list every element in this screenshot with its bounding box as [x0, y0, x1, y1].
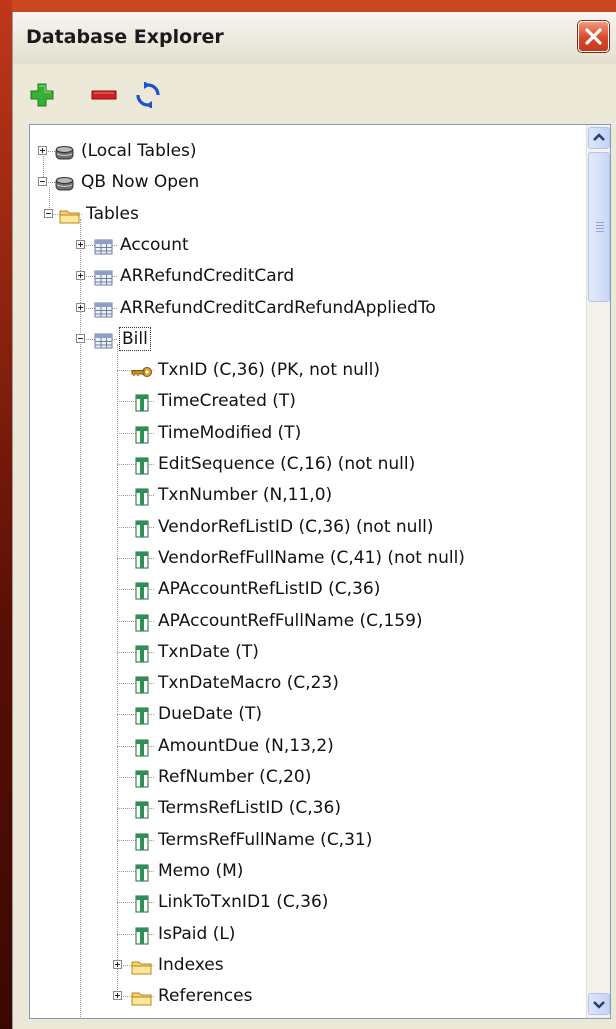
tree-node[interactable]: TermsRefListID (C,36) — [30, 793, 586, 823]
tree-node[interactable]: TermsRefFullName (C,31) — [30, 825, 586, 855]
tree-node[interactable]: IsPaid (L) — [30, 919, 586, 949]
tree-node[interactable]: References — [30, 981, 586, 1011]
tree-node[interactable]: VendorRefListID (C,36) (not null) — [30, 512, 586, 542]
tree-node-label: Bill — [119, 326, 151, 351]
plus-icon — [30, 83, 54, 107]
collapse-toggle[interactable] — [38, 177, 47, 187]
tree-node-label: TimeModified (T) — [158, 422, 302, 443]
expand-toggle[interactable] — [113, 991, 122, 1001]
tree-node[interactable]: Bill — [30, 324, 586, 354]
tree-node[interactable]: TxnNumber (N,11,0) — [30, 480, 586, 510]
tree-node-label: QB Now Open — [81, 172, 200, 193]
tree-node[interactable]: TxnDate (T) — [30, 637, 586, 667]
window-title: Database Explorer — [26, 26, 224, 48]
tree-node-label: TermsRefFullName (C,31) — [158, 829, 373, 850]
scroll-thumb[interactable] — [588, 152, 610, 302]
expand-toggle[interactable] — [76, 271, 85, 281]
tree-node-label: IsPaid (L) — [158, 923, 236, 944]
tree-node[interactable]: Indexes — [30, 950, 586, 980]
tree-node[interactable]: TxnID (C,36) (PK, not null) — [30, 355, 586, 385]
tree-node-label: AmountDue (N,13,2) — [158, 735, 334, 756]
database-explorer-panel: Database Explorer (Local Tables) QB Now … — [12, 12, 616, 1029]
tree-node[interactable]: Tables — [30, 199, 586, 229]
tree-node-label: References — [158, 986, 253, 1007]
tree-node[interactable]: Account — [30, 230, 586, 260]
tree-node[interactable]: DueDate (T) — [30, 699, 586, 729]
tree-node[interactable]: RefNumber (C,20) — [30, 762, 586, 792]
toolbar — [13, 64, 616, 126]
remove-button[interactable] — [91, 82, 117, 108]
scroll-up-button[interactable] — [588, 127, 610, 149]
tree-node-label: TimeCreated (T) — [158, 391, 296, 412]
tree-node[interactable]: APAccountRefListID (C,36) — [30, 574, 586, 604]
scroll-down-button[interactable] — [588, 993, 610, 1015]
tree-node-label: TxnID (C,36) (PK, not null) — [158, 360, 381, 381]
tree-node[interactable]: (Local Tables) — [30, 136, 586, 166]
tree-node-label: RefNumber (C,20) — [158, 767, 312, 787]
tree-node[interactable]: BillExpenseLine — [30, 1012, 586, 1018]
close-button[interactable] — [578, 21, 609, 52]
refresh-button[interactable] — [135, 81, 161, 109]
tree-node-label: Indexes — [158, 954, 224, 975]
tree-node-label: APAccountRefListID (C,36) — [158, 579, 381, 600]
tree-node[interactable]: LinkToTxnID1 (C,36) — [30, 887, 586, 917]
tree-node[interactable]: Memo (M) — [30, 856, 586, 886]
tree-node-label: APAccountRefFullName (C,159) — [158, 610, 423, 631]
tree-node-label: TxnDateMacro (C,23) — [158, 673, 339, 694]
tree-node-label: Tables — [86, 203, 139, 224]
tree-content: (Local Tables) QB Now Open Tables Account AR… — [30, 125, 586, 1018]
tree-node[interactable]: AmountDue (N,13,2) — [30, 731, 586, 761]
tree-node-label: DueDate (T) — [158, 704, 263, 725]
tree-node-label: ARRefundCreditCard — [120, 266, 295, 287]
tree-node-label: ARRefundCreditCardRefundAppliedTo — [120, 297, 436, 318]
status-strip — [13, 1019, 616, 1029]
expand-toggle[interactable] — [76, 239, 85, 249]
collapse-toggle[interactable] — [76, 333, 85, 343]
tree-node-label: VendorRefFullName (C,41) (not null) — [158, 547, 465, 568]
tree-node-label: (Local Tables) — [81, 141, 197, 161]
tree-node-label: TxnDate (T) — [158, 641, 259, 662]
tree-node-label: LinkToTxnID1 (C,36) — [158, 892, 329, 913]
tree-node-label: TermsRefListID (C,36) — [158, 798, 341, 819]
desktop-background-left — [0, 0, 12, 1029]
collapse-toggle[interactable] — [44, 208, 53, 218]
tree-node[interactable]: TimeModified (T) — [30, 418, 586, 448]
expand-toggle[interactable] — [76, 302, 85, 312]
tree-node-label: Account — [120, 234, 189, 255]
tree-node[interactable]: EditSequence (C,16) (not null) — [30, 449, 586, 479]
scroll-up-arrow-icon — [593, 133, 605, 141]
tree-view: (Local Tables) QB Now Open Tables Account AR… — [29, 124, 611, 1019]
tree-node[interactable]: ARRefundCreditCard — [30, 261, 586, 291]
tree-node[interactable]: APAccountRefFullName (C,159) — [30, 606, 586, 636]
minus-icon — [91, 90, 117, 100]
tree-node[interactable]: VendorRefFullName (C,41) (not null) — [30, 543, 586, 573]
tree-node-label: EditSequence (C,16) (not null) — [158, 454, 416, 474]
refresh-icon — [136, 81, 160, 109]
tree-node[interactable]: TxnDateMacro (C,23) — [30, 668, 586, 698]
scroll-down-arrow-icon — [593, 1001, 605, 1009]
tree-node-label: Memo (M) — [158, 860, 244, 881]
title-bar: Database Explorer — [13, 12, 616, 65]
vertical-scrollbar[interactable] — [586, 125, 610, 1018]
tree-node[interactable]: QB Now Open — [30, 167, 586, 197]
tree-node[interactable]: ARRefundCreditCardRefundAppliedTo — [30, 293, 586, 323]
expand-toggle[interactable] — [113, 959, 122, 969]
add-button[interactable] — [29, 82, 55, 108]
tree-node-label: BillExpenseLine — [120, 1012, 253, 1018]
tree-node-label: TxnNumber (N,11,0) — [158, 485, 333, 506]
tree-node-label: VendorRefListID (C,36) (not null) — [158, 516, 434, 537]
close-icon — [585, 28, 602, 45]
tree-node[interactable]: TimeCreated (T) — [30, 386, 586, 416]
expand-toggle[interactable] — [38, 146, 47, 155]
